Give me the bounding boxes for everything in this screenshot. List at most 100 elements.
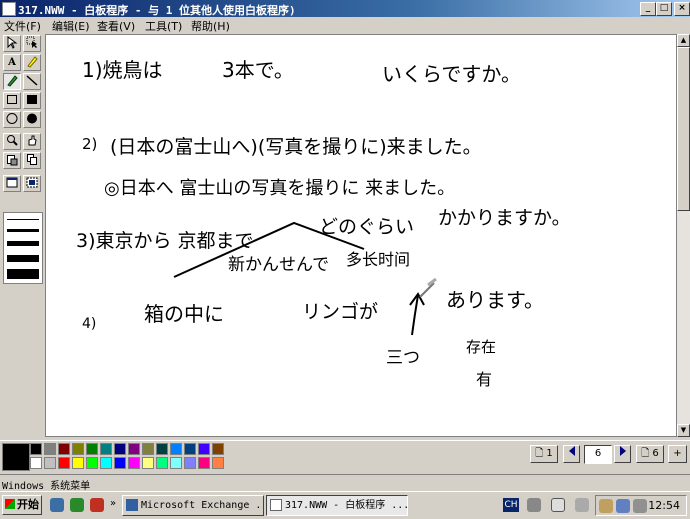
minimize-button[interactable]: _ — [640, 2, 656, 16]
app-icon[interactable] — [2, 2, 16, 16]
select-area-tool[interactable] — [23, 35, 41, 52]
next-arrow-icon — [619, 446, 626, 456]
color-swatch[interactable] — [198, 443, 210, 455]
color-swatch[interactable] — [114, 457, 126, 469]
capture-area-tool[interactable] — [23, 175, 41, 192]
color-swatch[interactable] — [72, 443, 84, 455]
line-width-1[interactable] — [7, 219, 39, 220]
ellipse-outline-tool[interactable] — [3, 111, 21, 128]
line-tool[interactable] — [23, 73, 41, 90]
handwriting-layer: 1)焼鳥は 3本で。 いくらですか。 2) (日本の富士山へ)(写真を撮りに)来… — [76, 58, 571, 389]
line-width-3[interactable] — [7, 241, 39, 246]
status-text: Windows 系统菜单 — [2, 481, 91, 492]
color-swatch[interactable] — [184, 443, 196, 455]
menu-view[interactable]: 查看(V) — [97, 18, 135, 34]
remote-pointer-tool[interactable] — [23, 133, 41, 150]
start-button[interactable]: 开始 — [2, 495, 42, 515]
menu-tools[interactable]: 工具(T) — [145, 18, 182, 34]
color-swatch[interactable] — [30, 457, 42, 469]
color-swatch[interactable] — [114, 443, 126, 455]
ie-icon[interactable] — [50, 498, 64, 512]
whiteboard-canvas[interactable]: 1)焼鳥は 3本で。 いくらですか。 2) (日本の富士山へ)(写真を撮りに)来… — [45, 34, 677, 437]
taskbar: 开始 » Microsoft Exchange ... 317.NWW - 白板… — [0, 491, 690, 519]
hand-pointer-icon — [28, 135, 37, 146]
prev-arrow-icon — [568, 446, 575, 456]
insert-page-button[interactable]: + — [668, 445, 687, 463]
color-swatch[interactable] — [170, 443, 182, 455]
color-swatch[interactable] — [44, 443, 56, 455]
eraser-tool[interactable] — [3, 152, 21, 169]
color-swatch[interactable] — [30, 443, 42, 455]
select-arrow-tool[interactable] — [3, 35, 21, 52]
color-swatch[interactable] — [58, 457, 70, 469]
page-icon: 🗋 — [535, 448, 544, 459]
scroll-thumb[interactable] — [677, 47, 690, 211]
help-icon[interactable] — [551, 498, 565, 512]
line-width-selector[interactable] — [3, 212, 43, 284]
text-tool[interactable]: A — [3, 54, 21, 71]
color-swatch[interactable] — [142, 457, 154, 469]
color-swatch[interactable] — [212, 443, 224, 455]
zoom-tool[interactable] — [3, 133, 21, 150]
task-label-whiteboard: 317.NWW - 白板程序 ... — [285, 500, 408, 511]
tray-icon-1[interactable] — [599, 499, 613, 513]
prev-page-button[interactable] — [563, 445, 580, 463]
select-window-tool[interactable] — [3, 175, 21, 192]
line-width-4[interactable] — [7, 255, 39, 262]
q3-part1: 3)東京から 京都まで — [76, 230, 254, 252]
scroll-up-button[interactable]: ▲ — [677, 34, 690, 47]
app-launch-icon[interactable] — [90, 498, 104, 512]
next-page-button[interactable] — [614, 445, 631, 463]
color-swatch[interactable] — [86, 457, 98, 469]
menu-help[interactable]: 帮助(H) — [191, 18, 230, 34]
last-page-button[interactable]: 🗋 6 — [636, 445, 664, 463]
ellipse-filled-tool[interactable] — [23, 111, 41, 128]
window-capture-icon — [6, 177, 18, 188]
color-swatch[interactable] — [100, 457, 112, 469]
pen-tool[interactable] — [3, 73, 21, 90]
clock: 12:54 — [648, 499, 680, 512]
first-page-button[interactable]: 🗋 1 — [530, 445, 558, 463]
color-swatch[interactable] — [58, 443, 70, 455]
taskbar-task-whiteboard[interactable]: 317.NWW - 白板程序 ... — [266, 495, 408, 516]
rect-filled-tool[interactable] — [23, 92, 41, 109]
close-button[interactable]: × — [674, 2, 690, 16]
ime-icon[interactable] — [575, 498, 589, 512]
color-swatch[interactable] — [72, 457, 84, 469]
language-indicator[interactable]: CH — [503, 498, 519, 512]
color-swatch[interactable] — [198, 457, 210, 469]
scroll-down-button[interactable]: ▼ — [677, 424, 690, 437]
color-swatch[interactable] — [170, 457, 182, 469]
line-width-5[interactable] — [7, 269, 39, 279]
color-swatch[interactable] — [44, 457, 56, 469]
color-swatch[interactable] — [142, 443, 154, 455]
color-swatch[interactable] — [128, 457, 140, 469]
title-bar[interactable]: 317.NWW - 白板程序 - 与 1 位其他人使用白板程序) _ □ × — [0, 0, 690, 17]
keyboard-icon[interactable] — [527, 498, 541, 512]
menu-file[interactable]: 文件(F) — [4, 18, 41, 34]
maximize-button[interactable]: □ — [656, 2, 672, 16]
vertical-scrollbar[interactable]: ▲ ▼ — [677, 34, 690, 437]
line-width-2[interactable] — [7, 229, 39, 232]
q2-line2: ◎日本へ 富士山の写真を撮りに 来ました。 — [104, 178, 455, 199]
lock-contents-tool[interactable] — [23, 152, 41, 169]
netmeeting-icon[interactable] — [70, 498, 84, 512]
rect-outline-tool[interactable] — [3, 92, 21, 109]
color-swatch[interactable] — [212, 457, 224, 469]
q2-number: 2) — [82, 135, 97, 153]
menu-edit[interactable]: 编辑(E) — [52, 18, 90, 34]
taskbar-task-exchange[interactable]: Microsoft Exchange ... — [122, 495, 264, 516]
quicklaunch-overflow-icon[interactable]: » — [110, 498, 116, 509]
color-swatch[interactable] — [156, 457, 168, 469]
color-swatch[interactable] — [184, 457, 196, 469]
q4-chinese-note2: 有 — [476, 370, 492, 389]
color-swatch[interactable] — [100, 443, 112, 455]
page-number-input[interactable]: 6 — [584, 445, 612, 464]
color-swatch[interactable] — [156, 443, 168, 455]
color-swatch[interactable] — [86, 443, 98, 455]
volume-icon[interactable] — [633, 499, 647, 513]
highlighter-tool[interactable] — [23, 54, 41, 71]
tray-icon-2[interactable] — [616, 499, 630, 513]
rectangle-outline-icon — [7, 95, 17, 104]
color-swatch[interactable] — [128, 443, 140, 455]
